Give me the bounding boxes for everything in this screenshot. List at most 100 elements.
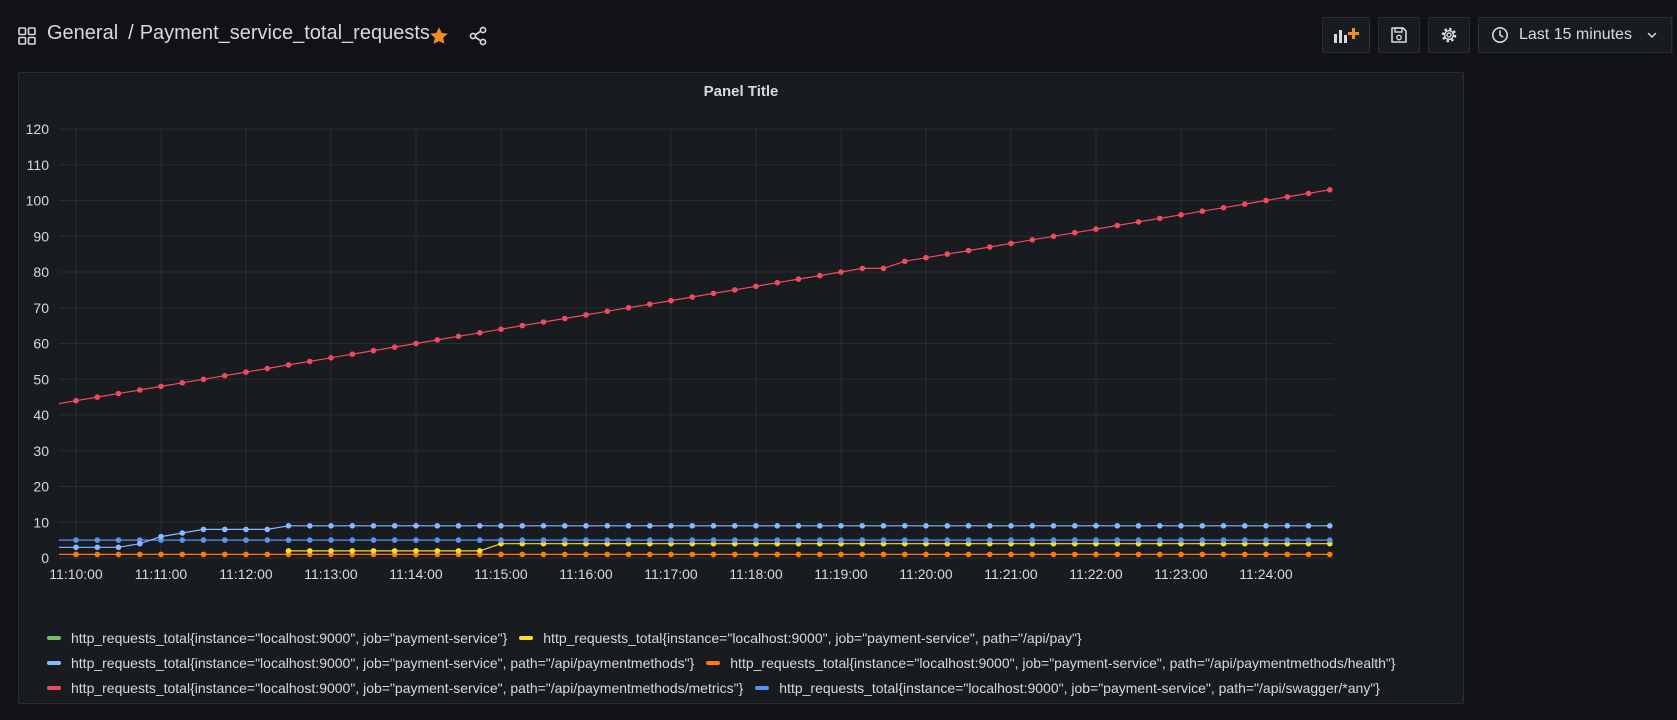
data-point — [540, 319, 547, 325]
data-point — [923, 254, 929, 261]
data-point — [668, 537, 674, 543]
x-tick-label: 11:12:00 — [219, 566, 273, 582]
data-point — [965, 523, 972, 529]
data-point — [200, 551, 207, 558]
data-point — [1327, 523, 1333, 529]
data-point — [562, 315, 568, 322]
legend-swatch — [47, 660, 61, 665]
data-point — [307, 523, 313, 529]
data-point — [817, 537, 823, 543]
data-point — [689, 294, 696, 300]
data-point — [328, 548, 334, 554]
data-point — [795, 537, 802, 543]
data-point — [689, 551, 696, 558]
data-point — [477, 548, 483, 554]
breadcrumb-separator: / — [128, 22, 134, 44]
data-point — [668, 523, 674, 529]
legend-item[interactable]: http_requests_total{instance="localhost:… — [706, 655, 1396, 671]
data-point — [1093, 523, 1099, 529]
data-point — [1199, 551, 1206, 558]
y-tick-label: 60 — [33, 336, 49, 352]
data-point — [1114, 523, 1121, 529]
legend-item[interactable]: http_requests_total{instance="localhost:… — [755, 680, 1380, 696]
x-tick-label: 11:23:00 — [1154, 566, 1208, 582]
data-point — [1305, 537, 1312, 543]
legend-item[interactable]: http_requests_total{instance="localhost:… — [47, 655, 694, 671]
data-point — [264, 365, 271, 372]
data-point — [1072, 229, 1078, 236]
data-point — [1220, 551, 1227, 558]
data-point — [795, 276, 802, 282]
data-point — [710, 551, 717, 558]
data-point — [944, 251, 951, 257]
data-point — [94, 544, 101, 551]
data-point — [817, 551, 823, 558]
data-point — [1008, 523, 1014, 529]
dashboard-settings-button[interactable] — [1428, 17, 1470, 53]
legend-swatch — [47, 685, 61, 690]
data-point — [583, 537, 589, 543]
data-point — [200, 376, 207, 383]
data-point — [1284, 523, 1291, 529]
save-icon — [1391, 27, 1407, 43]
data-point — [1327, 537, 1333, 543]
data-point — [328, 537, 334, 543]
data-point — [455, 523, 462, 529]
data-point — [774, 537, 781, 543]
data-point — [1242, 523, 1248, 529]
x-tick-label: 11:19:00 — [814, 566, 868, 582]
time-series-chart[interactable]: 0 10 20 30 40 50 60 70 80 90 100 110 120 11:10:00 11:1… — [19, 73, 1465, 625]
legend-item[interactable]: http_requests_total{instance="localhost:… — [47, 680, 743, 696]
data-point — [944, 537, 951, 543]
data-point — [604, 537, 611, 543]
legend-item[interactable]: http_requests_total{instance="localhost:… — [519, 630, 1082, 646]
data-point — [965, 247, 972, 254]
add-panel-icon — [1334, 28, 1359, 43]
share-icon[interactable] — [468, 26, 488, 46]
legend-label: http_requests_total{instance="localhost:… — [779, 679, 1380, 696]
data-point — [647, 537, 653, 543]
data-point — [1114, 222, 1121, 229]
data-point — [1135, 537, 1142, 543]
data-point — [179, 537, 186, 543]
data-point — [1157, 523, 1163, 529]
y-tick-label: 120 — [26, 121, 50, 137]
data-point — [1050, 551, 1057, 558]
data-point — [477, 523, 483, 529]
dashboard-title[interactable]: Payment_service_total_requests — [140, 22, 430, 44]
breadcrumb-folder-link[interactable]: General — [47, 22, 118, 44]
data-point — [753, 523, 759, 529]
data-point — [1220, 523, 1227, 529]
y-tick-label: 10 — [33, 514, 49, 530]
legend-item[interactable]: http_requests_total{instance="localhost:… — [47, 630, 507, 646]
data-point — [753, 551, 759, 558]
time-range-picker[interactable]: Last 15 minutes — [1478, 17, 1673, 53]
data-point — [1178, 537, 1184, 543]
legend-row: http_requests_total{instance="localhost:… — [47, 650, 1408, 675]
data-point — [859, 523, 866, 529]
add-panel-button[interactable] — [1322, 17, 1370, 53]
data-point — [179, 551, 186, 558]
y-tick-label: 0 — [41, 550, 49, 566]
data-point — [370, 537, 377, 543]
data-point — [1178, 212, 1184, 218]
star-icon[interactable] — [428, 25, 450, 47]
data-point — [307, 537, 313, 543]
data-point — [944, 523, 951, 529]
data-point — [285, 523, 292, 529]
data-point — [625, 551, 632, 558]
save-dashboard-button[interactable] — [1378, 17, 1420, 53]
data-point — [1305, 523, 1312, 529]
data-point — [859, 537, 866, 543]
x-tick-label: 11:17:00 — [644, 566, 698, 582]
data-point — [1029, 237, 1036, 243]
data-point — [434, 537, 441, 543]
data-point — [753, 537, 759, 543]
data-point — [498, 537, 504, 543]
data-point — [838, 537, 844, 543]
data-point — [1327, 551, 1333, 558]
data-point — [562, 551, 568, 558]
x-tick-label: 11:21:00 — [984, 566, 1038, 582]
data-point — [1093, 551, 1099, 558]
data-point — [222, 551, 228, 558]
